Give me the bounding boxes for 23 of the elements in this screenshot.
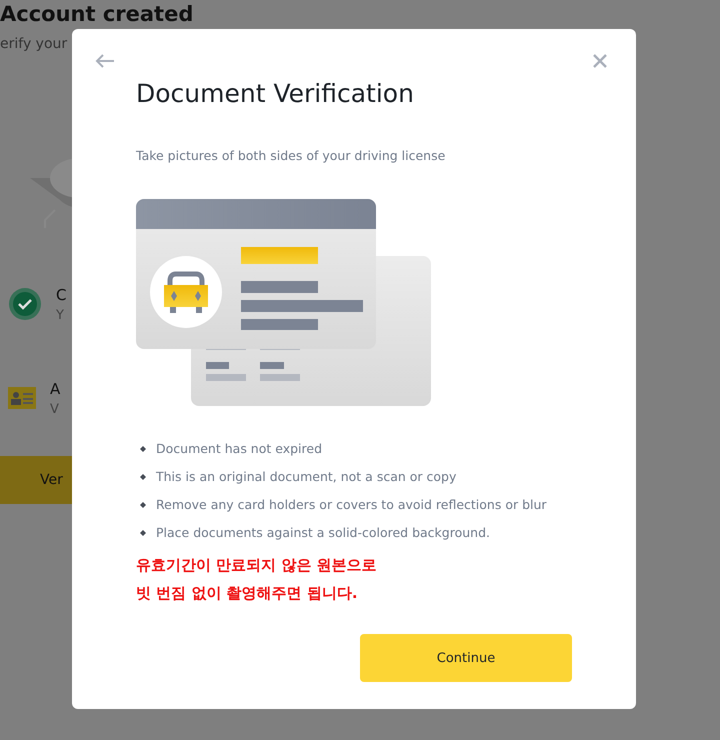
tip-text: Place documents against a solid-colored background. — [156, 524, 490, 542]
item-title: C — [56, 286, 66, 304]
close-icon[interactable] — [592, 53, 608, 69]
bullet-icon — [140, 530, 146, 536]
note-text: 유효기간이 만료되지 않은 원본으로 — [136, 555, 378, 576]
item-description: Y — [56, 308, 65, 322]
bullet-icon — [140, 474, 146, 480]
tip-text: Document has not expired — [156, 440, 322, 458]
page-subtitle: erify your — [0, 36, 68, 52]
bullet-icon — [140, 502, 146, 508]
dialog-title: Document Verification — [136, 79, 415, 108]
item-description: V — [50, 402, 60, 416]
tip-text: This is an original document, not a scan or copy — [156, 468, 456, 486]
id-card-icon — [8, 387, 36, 409]
instruction-text: Take pictures of both sides of your driving license — [136, 148, 446, 163]
bullet-icon — [140, 446, 146, 452]
item-title: A — [50, 380, 60, 398]
tip-text: Remove any card holders or covers to avoid reflections or blur — [156, 496, 547, 514]
page-title: Account created — [0, 1, 194, 28]
back-arrow-icon[interactable] — [95, 54, 115, 68]
check-icon — [8, 287, 42, 321]
continue-button[interactable]: Continue — [360, 634, 572, 682]
note-text: 빗 번짐 없이 촬영해주면 됩니다. — [136, 583, 359, 604]
